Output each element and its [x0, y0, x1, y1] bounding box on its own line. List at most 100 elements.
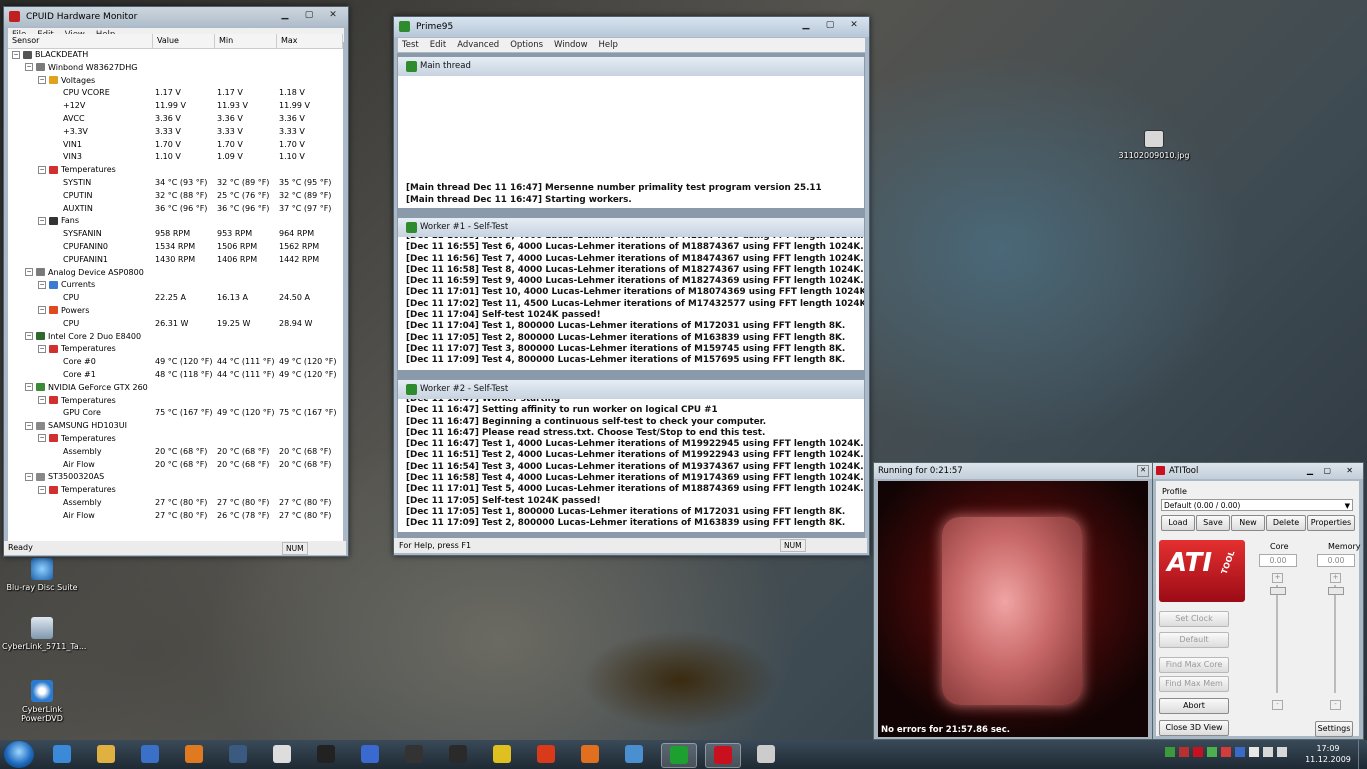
desktop-icon-cyberlink-ta[interactable]: CyberLink_5711_Ta... — [2, 617, 86, 651]
sensor-group-row[interactable]: − Analog Device ASP0800 — [8, 267, 343, 280]
default-button[interactable]: Default — [1159, 632, 1229, 648]
start-button[interactable] — [4, 741, 34, 768]
menu-window[interactable]: Window — [554, 38, 588, 52]
tray-icon[interactable] — [1193, 747, 1203, 757]
tray-icon[interactable] — [1179, 747, 1189, 757]
collapse-toggle-icon[interactable]: − — [25, 268, 33, 277]
menu-options[interactable]: Options — [510, 38, 543, 52]
save-button[interactable]: Save — [1196, 515, 1230, 531]
collapse-toggle-icon[interactable]: − — [38, 434, 46, 443]
collapse-toggle-icon[interactable]: − — [25, 472, 33, 481]
clock[interactable]: 17:09 11.12.2009 — [1303, 743, 1353, 765]
sensor-row[interactable]: Air Flow 20 °C (68 °F) 20 °C (68 °F) 20 °C … — [8, 459, 343, 472]
network-icon[interactable] — [1263, 747, 1273, 757]
flag-icon[interactable] — [1249, 747, 1259, 757]
menu-edit[interactable]: Edit — [430, 38, 446, 52]
sensor-row[interactable]: Air Flow 27 °C (80 °F) 26 °C (78 °F) 27 °C … — [8, 510, 343, 523]
close-3d-view-button[interactable]: Close 3D View — [1159, 720, 1229, 736]
sensor-row[interactable]: VIN1 1.70 V 1.70 V 1.70 V — [8, 139, 343, 152]
core-slider-track[interactable] — [1276, 585, 1278, 693]
taskbar-button-explorer[interactable] — [89, 743, 123, 766]
taskbar-button-ie[interactable] — [45, 743, 79, 766]
cpuid-titlebar[interactable]: CPUID Hardware Monitor ▁ ▢ ✕ — [4, 7, 348, 27]
sensor-row[interactable]: AVCC 3.36 V 3.36 V 3.36 V — [8, 113, 343, 126]
sensor-row[interactable]: CPU VCORE 1.17 V 1.17 V 1.18 V — [8, 87, 343, 100]
sensor-row[interactable]: +3.3V 3.33 V 3.33 V 3.33 V — [8, 126, 343, 139]
sensor-group-row[interactable]: − Winbond W83627DHG — [8, 62, 343, 75]
maximize-button[interactable]: ▢ — [298, 9, 320, 23]
memory-value-field[interactable]: 0.00 — [1317, 554, 1355, 567]
sensor-row[interactable]: +12V 11.99 V 11.93 V 11.99 V — [8, 100, 343, 113]
taskbar-button-media-player[interactable] — [133, 743, 167, 766]
sensor-row[interactable]: CPUFANIN1 1430 RPM 1406 RPM 1442 RPM — [8, 254, 343, 267]
sensor-group-row[interactable]: − Temperatures — [8, 164, 343, 177]
close-button[interactable]: ✕ — [322, 9, 344, 23]
sensor-row[interactable]: Assembly 20 °C (68 °F) 20 °C (68 °F) 20 °C … — [8, 446, 343, 459]
memory-minus-button[interactable]: - — [1330, 700, 1341, 710]
pane-worker-1[interactable]: [Dec 11 16:53] Test 5, 4000 Lucas-Lehmer… — [398, 237, 864, 370]
core-minus-button[interactable]: - — [1272, 700, 1283, 710]
collapse-toggle-icon[interactable]: − — [38, 76, 46, 85]
collapse-toggle-icon[interactable]: − — [38, 306, 46, 315]
sensor-row[interactable]: Assembly 27 °C (80 °F) 27 °C (80 °F) 27 °C … — [8, 497, 343, 510]
taskbar-button-media-center[interactable] — [177, 743, 211, 766]
sensor-group-row[interactable]: − SAMSUNG HD103UI — [8, 420, 343, 433]
sensor-row[interactable]: SYSFANIN 958 RPM 953 RPM 964 RPM — [8, 228, 343, 241]
collapse-toggle-icon[interactable]: − — [38, 165, 46, 174]
core-plus-button[interactable]: + — [1272, 573, 1283, 583]
taskbar-button-atitool[interactable] — [705, 743, 741, 768]
sensor-row[interactable]: CPUTIN 32 °C (88 °F) 25 °C (76 °F) 32 °C (8… — [8, 190, 343, 203]
collapse-toggle-icon[interactable]: − — [38, 396, 46, 405]
sensor-group-row[interactable]: − Voltages — [8, 75, 343, 88]
taskbar-button-ts[interactable] — [221, 743, 255, 766]
collapse-toggle-icon[interactable]: − — [38, 344, 46, 353]
collapse-toggle-icon[interactable]: − — [25, 421, 33, 430]
sensor-row[interactable]: Core #1 48 °C (118 °F) 44 °C (111 °F) 49 °C… — [8, 369, 343, 382]
pane-header-worker-2[interactable]: Worker #2 - Self-Test — [398, 380, 864, 399]
taskbar-button-stripes[interactable] — [265, 743, 299, 766]
tray-icon[interactable] — [1207, 747, 1217, 757]
collapse-toggle-icon[interactable]: − — [12, 50, 20, 59]
abort-button[interactable]: Abort — [1159, 698, 1229, 714]
volume-icon[interactable] — [1277, 747, 1287, 757]
show-desktop-button[interactable] — [1358, 740, 1367, 769]
sensor-row[interactable]: Core #0 49 °C (120 °F) 44 °C (111 °F) 49 °C… — [8, 356, 343, 369]
column-max[interactable]: Max — [277, 34, 343, 48]
properties-button[interactable]: Properties — [1307, 515, 1355, 531]
sensor-tree[interactable]: − BLACKDEATH − Winbond W83627DHG − Voltages CP… — [8, 49, 343, 541]
sensor-row[interactable]: AUXTIN 36 °C (96 °F) 36 °C (96 °F) 37 °C (9… — [8, 203, 343, 216]
taskbar-button-game4[interactable] — [529, 743, 563, 766]
sensor-row[interactable]: CPUFANIN0 1534 RPM 1506 RPM 1562 RPM — [8, 241, 343, 254]
maximize-button[interactable]: ▢ — [1323, 463, 1331, 479]
column-sensor[interactable]: Sensor — [8, 34, 153, 48]
find-max-mem-button[interactable]: Find Max Mem — [1159, 676, 1229, 692]
sensor-group-row[interactable]: − Temperatures — [8, 395, 343, 408]
taskbar-button-prime95[interactable] — [661, 743, 697, 768]
sensor-row[interactable]: CPU 26.31 W 19.25 W 28.94 W — [8, 318, 343, 331]
sensor-group-row[interactable]: − Powers — [8, 305, 343, 318]
sensor-row[interactable]: CPU 22.25 A 16.13 A 24.50 A — [8, 292, 343, 305]
sensor-group-row[interactable]: − Temperatures — [8, 433, 343, 446]
desktop-icon-bluray[interactable]: Blu-ray Disc Suite — [2, 558, 82, 592]
taskbar-button-steam[interactable] — [441, 743, 475, 766]
sensor-row[interactable]: VIN3 1.10 V 1.09 V 1.10 V — [8, 151, 343, 164]
desktop-icon-powerdvd[interactable]: CyberLink PowerDVD — [2, 680, 82, 723]
find-max-core-button[interactable]: Find Max Core — [1159, 657, 1229, 673]
memory-plus-button[interactable]: + — [1330, 573, 1341, 583]
column-min[interactable]: Min — [215, 34, 277, 48]
load-button[interactable]: Load — [1161, 515, 1195, 531]
collapse-toggle-icon[interactable]: − — [25, 332, 33, 341]
core-value-field[interactable]: 0.00 — [1259, 554, 1297, 567]
memory-slider-track[interactable] — [1334, 585, 1336, 693]
tray-icon[interactable] — [1221, 747, 1231, 757]
atitool-titlebar[interactable]: ATITool ▁ ▢ ✕ — [1153, 463, 1363, 479]
taskbar-button-floppy[interactable] — [353, 743, 387, 766]
prime95-titlebar[interactable]: Prime95 ▁ ▢ ✕ — [394, 17, 869, 37]
collapse-toggle-icon[interactable]: − — [38, 216, 46, 225]
sensor-group-row[interactable]: − BLACKDEATH — [8, 49, 343, 62]
settings-button[interactable]: Settings — [1315, 721, 1353, 737]
sensor-row[interactable]: GPU Core 75 °C (167 °F) 49 °C (120 °F) 75 °… — [8, 407, 343, 420]
sensor-group-row[interactable]: − Temperatures — [8, 343, 343, 356]
new-button[interactable]: New — [1231, 515, 1265, 531]
taskbar-button-usb[interactable] — [749, 743, 783, 766]
